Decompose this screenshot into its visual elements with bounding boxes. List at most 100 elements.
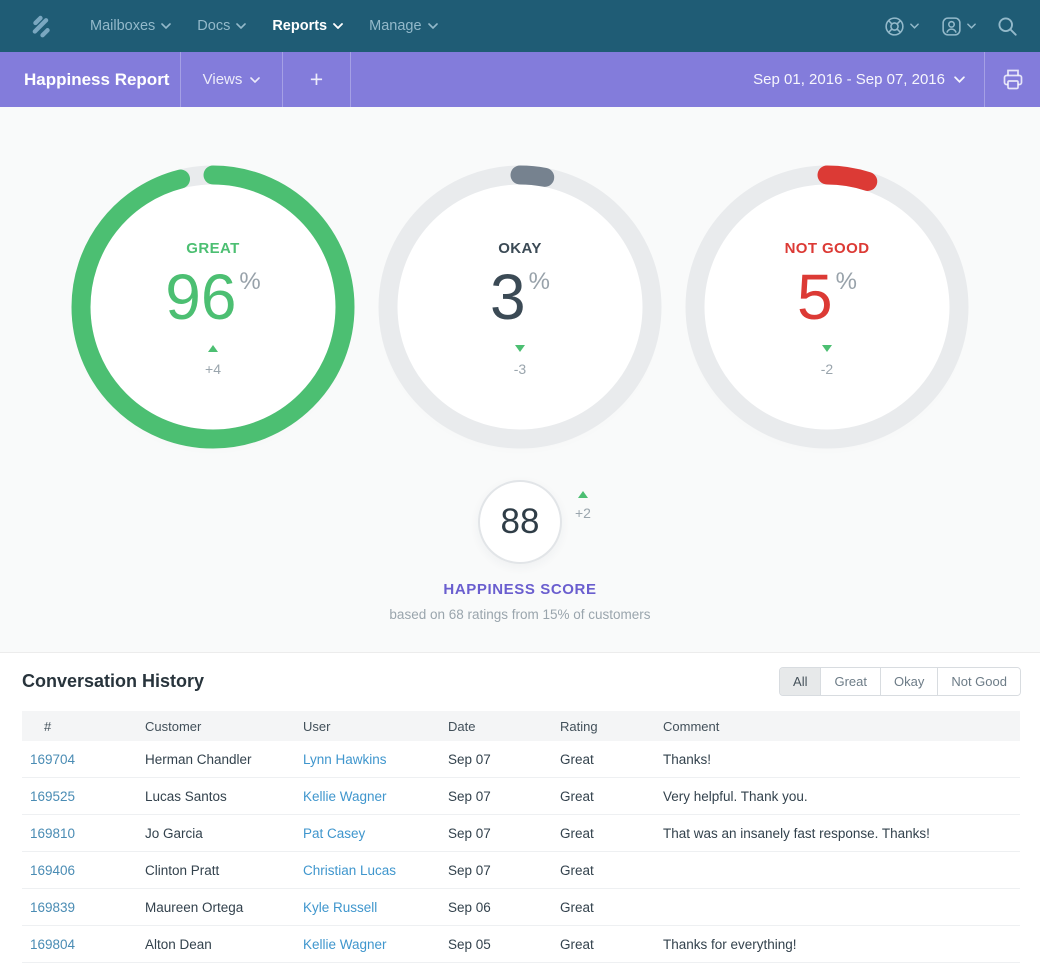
trend-up-icon [578,491,588,498]
trend-arrow-icon [515,345,525,352]
nav-item-manage[interactable]: Manage [356,0,450,52]
rating-date: Sep 07 [448,752,560,767]
nav-item-docs[interactable]: Docs [184,0,259,52]
customer-name: Herman Chandler [145,752,303,767]
column-header-id: # [22,719,145,734]
gauge-value: 96% [165,265,261,329]
rating-value: Great [560,863,663,878]
rating-value: Great [560,937,663,952]
conversation-header: Conversation History All Great Okay Not … [0,653,1040,696]
search-icon [997,16,1018,37]
nav-item-mailboxes[interactable]: Mailboxes [77,0,184,52]
life-ring-icon [883,15,906,38]
user-link[interactable]: Kyle Russell [303,900,377,915]
gauge-okay: OKAY 3% -3 [378,165,662,449]
conversation-id-link[interactable]: 169810 [30,826,75,841]
gauge-change: +4 [205,361,221,377]
user-link[interactable]: Lynn Hawkins [303,752,387,767]
filter-not-good-button[interactable]: Not Good [937,668,1020,695]
logo-icon [28,13,55,40]
trend-arrow-icon [822,345,832,352]
user-link[interactable]: Christian Lucas [303,863,396,878]
account-icon [940,15,963,38]
conversation-id-link[interactable]: 169839 [30,900,75,915]
conversation-table: # Customer User Date Rating Comment 1697… [22,711,1020,963]
nav-item-label: Reports [272,18,327,34]
subheader-spacer [351,52,753,107]
rating-value: Great [560,900,663,915]
date-range-picker[interactable]: Sep 01, 2016 - Sep 07, 2016 [753,52,984,107]
happiness-change-value: +2 [575,505,591,521]
help-menu-button[interactable] [883,15,919,38]
chevron-down-icon [428,23,438,29]
customer-name: Lucas Santos [145,789,303,804]
percent-sign: % [836,268,857,295]
customer-name: Jo Garcia [145,826,303,841]
chevron-down-icon [161,23,171,29]
happiness-score-block: 88 +2 [478,480,562,564]
rating-comment: Thanks for everything! [663,937,1020,952]
customer-name: Clinton Pratt [145,863,303,878]
date-range-label: Sep 01, 2016 - Sep 07, 2016 [753,71,945,88]
top-navbar: Mailboxes Docs Reports Manage [0,0,1040,52]
gauge-content: NOT GOOD 5% -2 [685,165,969,449]
printer-icon [1001,68,1025,91]
filter-all-button[interactable]: All [780,668,820,695]
account-menu-button[interactable] [940,15,976,38]
rating-comment: Thanks! [663,752,1020,767]
user-link[interactable]: Kellie Wagner [303,789,387,804]
conversation-id-link[interactable]: 169406 [30,863,75,878]
print-button[interactable] [985,52,1040,107]
happiness-score-value: 88 [501,502,540,542]
table-row: 169406 Clinton Pratt Christian Lucas Sep… [22,852,1020,889]
gauge-great: GREAT 96% +4 [71,165,355,449]
gauge-content: OKAY 3% -3 [378,165,662,449]
table-header-row: # Customer User Date Rating Comment [22,711,1020,741]
conversation-id-link[interactable]: 169525 [30,789,75,804]
column-header-date: Date [448,719,560,734]
chevron-down-icon [333,23,343,29]
rating-date: Sep 07 [448,863,560,878]
page-title: Happiness Report [0,52,180,107]
user-link[interactable]: Pat Casey [303,826,365,841]
conversation-id-link[interactable]: 169804 [30,937,75,952]
rating-comment: Very helpful. Thank you. [663,789,1020,804]
gauge-change: -3 [514,361,526,377]
gauges-row: GREAT 96% +4 OKAY 3% -3 [0,107,1040,449]
rating-date: Sep 07 [448,789,560,804]
column-header-rating: Rating [560,719,663,734]
user-link[interactable]: Kellie Wagner [303,937,387,952]
gauge-label: OKAY [498,240,542,257]
nav-right-icons [883,15,1018,38]
happiness-score-label: HAPPINESS SCORE [0,581,1040,598]
views-dropdown[interactable]: Views [181,52,282,107]
chevron-down-icon [967,23,976,29]
add-view-button[interactable]: + [283,52,350,107]
nav-item-label: Manage [369,18,421,34]
nav-menu: Mailboxes Docs Reports Manage [77,0,451,52]
conversation-history-section: Conversation History All Great Okay Not … [0,653,1040,963]
chevron-down-icon [910,23,919,29]
table-row: 169810 Jo Garcia Pat Casey Sep 07 Great … [22,815,1020,852]
nav-item-label: Docs [197,18,230,34]
gauge-value: 3% [490,265,550,329]
column-header-user: User [303,719,448,734]
search-button[interactable] [997,16,1018,37]
helpscout-logo[interactable] [28,13,55,40]
gauge-not-good: NOT GOOD 5% -2 [685,165,969,449]
filter-great-button[interactable]: Great [820,668,880,695]
gauge-value: 5% [797,265,857,329]
gauge-change: -2 [821,361,833,377]
rating-date: Sep 05 [448,937,560,952]
gauge-label: GREAT [186,240,239,257]
filter-okay-button[interactable]: Okay [880,668,937,695]
rating-filter-group: All Great Okay Not Good [779,667,1021,696]
column-header-customer: Customer [145,719,303,734]
chevron-down-icon [250,77,260,83]
conversation-id-link[interactable]: 169704 [30,752,75,767]
column-header-comment: Comment [663,719,1020,734]
customer-name: Maureen Ortega [145,900,303,915]
nav-item-reports[interactable]: Reports [259,0,356,52]
table-row: 169804 Alton Dean Kellie Wagner Sep 05 G… [22,926,1020,963]
happiness-score-circle: 88 [478,480,562,564]
